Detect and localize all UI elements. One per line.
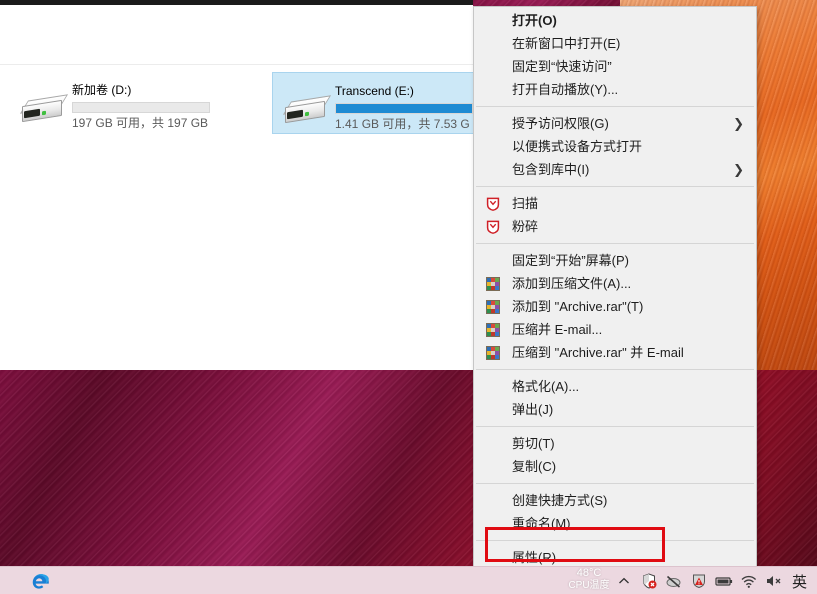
menu-item-label: 固定到“快速访问” (512, 59, 612, 74)
menu-separator (476, 369, 754, 370)
menu-item[interactable]: 包含到库中(I) ❯ (474, 158, 756, 181)
menu-item[interactable]: 在新窗口中打开(E) (474, 32, 756, 55)
menu-item[interactable]: 添加到压缩文件(A)... (474, 272, 756, 295)
cpu-temperature-widget[interactable]: 48°C CPU温度 (560, 567, 618, 592)
winrar-icon (486, 323, 500, 337)
drive-free-space-e: 1.41 GB 可用，共 7.53 G (335, 117, 470, 131)
menu-item[interactable]: 添加到 "Archive.rar"(T) (474, 295, 756, 318)
menu-item-label: 剪切(T) (512, 436, 555, 451)
menu-item-label: 打开自动播放(Y)... (512, 82, 619, 97)
explorer-group-divider (0, 64, 473, 65)
network-disabled-icon[interactable] (665, 572, 683, 590)
menu-separator (476, 186, 754, 187)
menu-item-label: 粉碎 (512, 219, 539, 234)
menu-item-label: 添加到 "Archive.rar"(T) (512, 299, 644, 314)
menu-item[interactable]: 授予访问权限(G) ❯ (474, 112, 756, 135)
menu-item-label: 压缩并 E-mail... (512, 322, 603, 337)
shield-icon (486, 197, 500, 211)
menu-separator (476, 426, 754, 427)
battery-icon[interactable] (715, 572, 733, 590)
menu-item-label: 添加到压缩文件(A)... (512, 276, 632, 291)
explorer-drive-list: 新加卷 (D:) 197 GB 可用，共 197 GB Transcend (E… (0, 70, 479, 370)
drive-usage-bar-d (72, 102, 210, 113)
drive-info-e: Transcend (E:) 1.41 GB 可用，共 7.53 G (335, 84, 475, 132)
menu-item[interactable]: 固定到“快速访问” (474, 55, 756, 78)
menu-separator (476, 483, 754, 484)
menu-item-label: 重命名(M) (512, 516, 571, 531)
menu-item[interactable]: 打开自动播放(Y)... (474, 78, 756, 101)
menu-item-label: 弹出(J) (512, 402, 554, 417)
menu-separator (476, 243, 754, 244)
drive-usage-bar-e (335, 103, 473, 114)
menu-separator (476, 106, 754, 107)
usb-drive-icon (18, 94, 69, 125)
menu-item[interactable]: 固定到“开始”屏幕(P) (474, 249, 756, 272)
explorer-title-bar (0, 0, 473, 5)
cpu-temperature-value: 48°C (576, 567, 602, 579)
menu-item-label: 在新窗口中打开(E) (512, 36, 621, 51)
winrar-icon (486, 346, 500, 360)
shield-icon (486, 220, 500, 234)
drive-name-e: Transcend (E:) (335, 84, 414, 98)
menu-item[interactable]: 剪切(T) (474, 432, 756, 455)
edge-browser-icon[interactable] (28, 569, 54, 593)
system-tray: 英 (615, 567, 813, 594)
menu-item[interactable]: 压缩并 E-mail... (474, 318, 756, 341)
volume-muted-icon[interactable] (765, 572, 783, 590)
menu-item-label: 扫描 (512, 196, 539, 211)
menu-item[interactable]: 打开(O) (474, 9, 756, 32)
menu-item-label: 打开(O) (512, 13, 557, 28)
menu-item[interactable]: 重命名(M) (474, 512, 756, 535)
menu-item-label: 以便携式设备方式打开 (512, 139, 643, 154)
menu-item[interactable]: 压缩到 "Archive.rar" 并 E-mail (474, 341, 756, 364)
menu-item-label: 属性(R) (512, 550, 557, 565)
drive-name-d: 新加卷 (D:) (72, 83, 132, 97)
cpu-temperature-label: CPU温度 (568, 580, 610, 591)
menu-item-label: 复制(C) (512, 459, 557, 474)
file-explorer-window: 新加卷 (D:) 197 GB 可用，共 197 GB Transcend (E… (0, 0, 479, 370)
menu-item-label: 压缩到 "Archive.rar" 并 E-mail (512, 345, 684, 360)
winrar-icon (486, 277, 500, 291)
taskbar: 48°C CPU温度 英 (0, 566, 817, 594)
ime-language-indicator[interactable]: 英 (790, 571, 809, 592)
menu-item-label: 创建快捷方式(S) (512, 493, 608, 508)
antivirus-warning-icon[interactable] (690, 572, 708, 590)
menu-item[interactable]: 复制(C) (474, 455, 756, 478)
menu-item[interactable]: 以便携式设备方式打开 (474, 135, 756, 158)
menu-item[interactable]: 创建快捷方式(S) (474, 489, 756, 512)
drive-tile-d[interactable]: 新加卷 (D:) 197 GB 可用，共 197 GB (10, 72, 217, 134)
wifi-icon[interactable] (740, 572, 758, 590)
chevron-right-icon: ❯ (733, 162, 744, 177)
menu-item[interactable]: 扫描 (474, 192, 756, 215)
menu-separator (476, 540, 754, 541)
menu-item-label: 包含到库中(I) (512, 162, 590, 177)
chevron-right-icon: ❯ (733, 116, 744, 131)
show-hidden-icons-chevron[interactable] (615, 572, 633, 590)
drive-context-menu[interactable]: 打开(O) 在新窗口中打开(E) 固定到“快速访问” 打开自动播放(Y)... 授予访问… (473, 6, 757, 572)
winrar-icon (486, 300, 500, 314)
menu-item[interactable]: 粉碎 (474, 215, 756, 238)
screen: INCR 新加卷 (D:) 197 GB 可用，共 197 GB (0, 0, 817, 594)
menu-item[interactable]: 格式化(A)... (474, 375, 756, 398)
menu-item-label: 固定到“开始”屏幕(P) (512, 253, 629, 268)
menu-item[interactable]: 弹出(J) (474, 398, 756, 421)
drive-free-space-d: 197 GB 可用，共 197 GB (72, 116, 209, 130)
usb-drive-icon (281, 95, 332, 126)
drive-tile-e[interactable]: Transcend (E:) 1.41 GB 可用，共 7.53 G (272, 72, 479, 134)
menu-item-label: 格式化(A)... (512, 379, 580, 394)
menu-item-label: 授予访问权限(G) (512, 116, 609, 131)
drive-info-d: 新加卷 (D:) 197 GB 可用，共 197 GB (72, 83, 212, 131)
security-shield-icon[interactable] (640, 572, 658, 590)
